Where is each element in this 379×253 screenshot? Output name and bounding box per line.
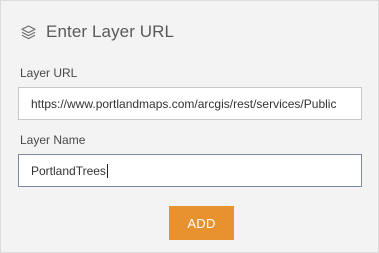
- add-button[interactable]: ADD: [169, 206, 234, 240]
- panel-title: Enter Layer URL: [46, 22, 175, 41]
- layer-url-value: https://www.portlandmaps.com/arcgis/rest…: [31, 96, 337, 111]
- text-cursor: [106, 163, 108, 178]
- layer-url-input[interactable]: https://www.portlandmaps.com/arcgis/rest…: [18, 87, 362, 120]
- layer-name-input[interactable]: PortlandTrees: [18, 154, 362, 187]
- panel-header: Enter Layer URL: [20, 21, 174, 43]
- layer-url-label: Layer URL: [20, 66, 78, 80]
- layer-name-label: Layer Name: [20, 133, 86, 147]
- enter-layer-url-panel: Enter Layer URL Layer URL https://www.po…: [0, 0, 379, 253]
- layers-icon: [20, 24, 37, 41]
- layer-name-value: PortlandTrees: [31, 163, 106, 178]
